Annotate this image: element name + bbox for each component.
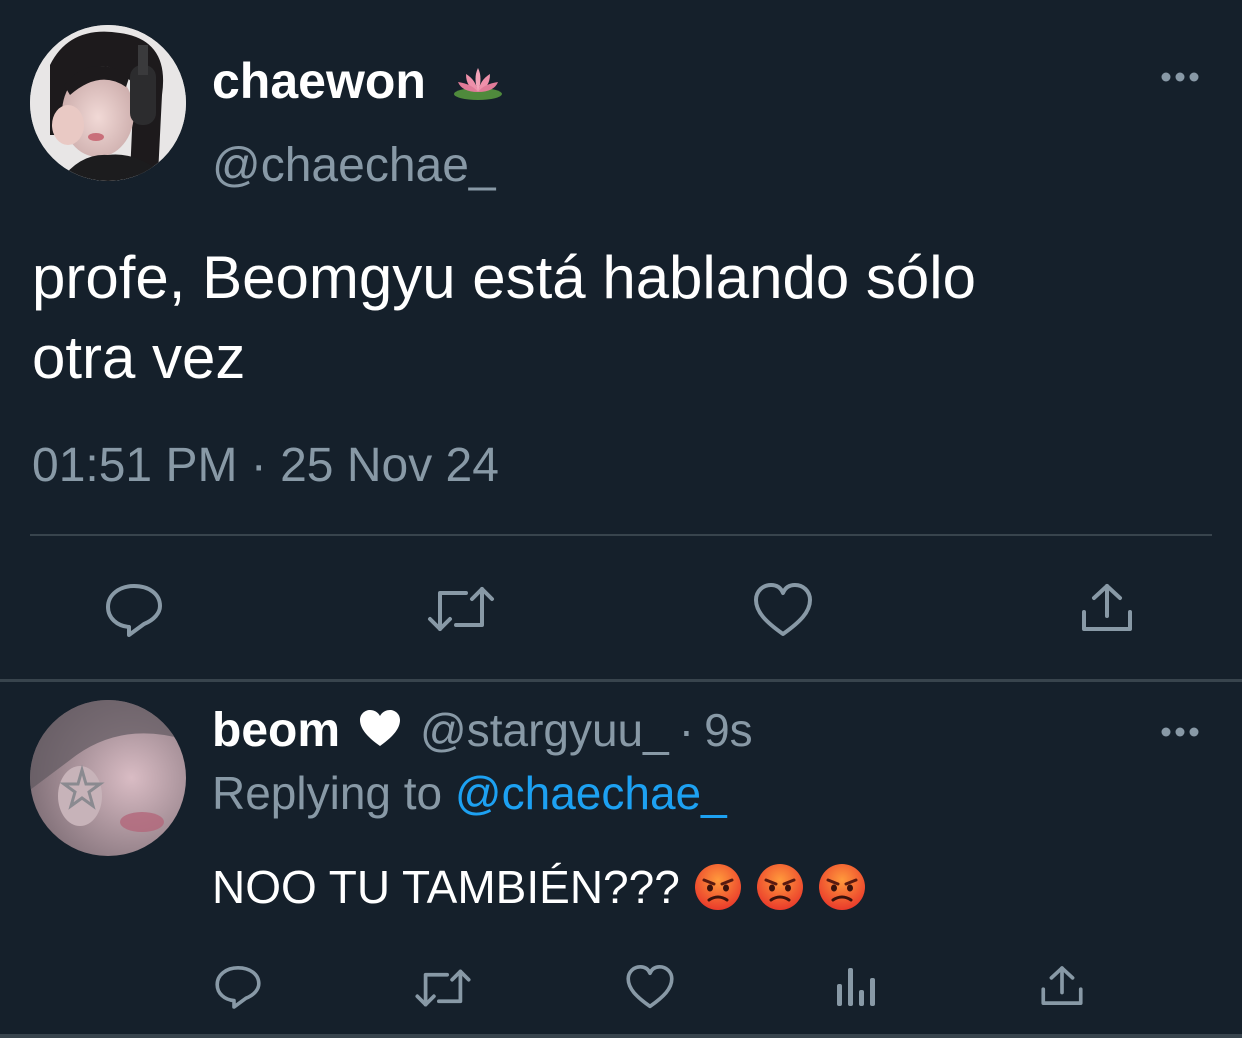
analytics-icon — [837, 968, 875, 1006]
reply-share-button[interactable] — [1040, 964, 1084, 1008]
reply-author-handle[interactable]: @stargyuu_ — [420, 703, 669, 757]
lotus-icon — [452, 56, 504, 114]
reply-analytics-button[interactable] — [834, 966, 878, 1008]
angry-face-icon — [694, 863, 742, 911]
reply-button[interactable] — [104, 582, 164, 638]
reply-like-button[interactable] — [625, 964, 675, 1010]
angry-face-icon — [756, 863, 804, 911]
author-name-text: chaewon — [212, 53, 426, 109]
reply-author-display-name[interactable]: beom — [212, 703, 340, 758]
author-handle[interactable]: @chaechae_ — [212, 138, 496, 193]
bottom-divider — [0, 1034, 1242, 1038]
reply-author-avatar[interactable] — [30, 700, 186, 856]
more-options-icon[interactable] — [1160, 70, 1200, 82]
reply-retweet-button[interactable] — [414, 968, 472, 1008]
author-display-name[interactable]: chaewon — [212, 52, 504, 114]
reply-text-content: NOO TU TAMBIÉN??? — [212, 861, 680, 913]
reply-reply-button[interactable] — [214, 964, 262, 1010]
divider — [30, 534, 1212, 536]
share-icon — [1041, 966, 1083, 1005]
angry-face-icon — [818, 863, 866, 911]
tweet-text-line-2: otra vez — [32, 324, 246, 391]
reply-time[interactable]: 9s — [704, 703, 753, 757]
replying-to: Replying to @chaechae_ — [212, 766, 727, 820]
like-icon — [626, 965, 674, 1009]
reply-more-options-icon[interactable] — [1160, 725, 1200, 737]
replying-to-mention[interactable]: @chaechae_ — [455, 767, 727, 819]
author-avatar[interactable] — [30, 25, 186, 181]
retweet-icon — [428, 587, 494, 631]
replying-to-label: Replying to — [212, 767, 455, 819]
reply-text: NOO TU TAMBIÉN??? — [212, 860, 866, 914]
tweet-detail-page: chaewon @chaechae_ profe, Beomgyu está h… — [0, 0, 1242, 1038]
reply-icon — [106, 584, 162, 637]
section-divider — [0, 679, 1242, 682]
reply-header: beom @stargyuu_ · 9s — [212, 700, 753, 760]
retweet-button[interactable] — [426, 585, 496, 633]
tweet-text-line-1: profe, Beomgyu está hablando sólo — [32, 244, 976, 311]
tweet-timestamp[interactable]: 01:51 PM · 25 Nov 24 — [32, 438, 499, 493]
like-icon — [754, 583, 812, 636]
tweet-text: profe, Beomgyu está hablando sólo otra v… — [32, 238, 1192, 398]
share-icon — [1082, 584, 1132, 631]
share-button[interactable] — [1080, 582, 1134, 634]
like-button[interactable] — [752, 582, 814, 638]
separator-dot: · — [678, 704, 695, 756]
white-heart-icon — [358, 708, 402, 753]
reply-icon — [215, 966, 261, 1009]
retweet-icon — [415, 969, 471, 1007]
